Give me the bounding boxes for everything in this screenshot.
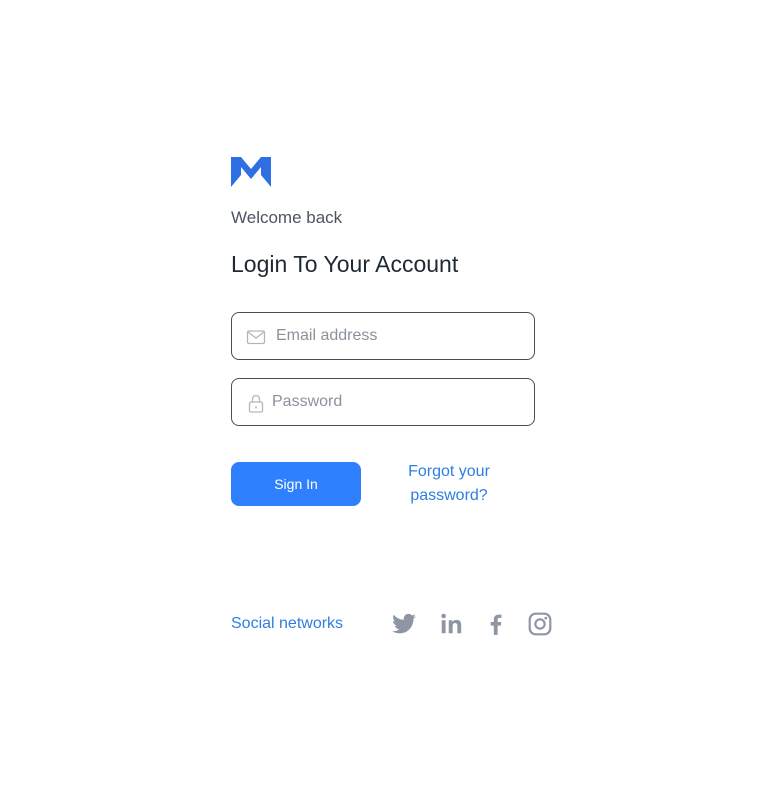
mail-icon <box>246 330 266 345</box>
forgot-password-line1: Forgot your <box>408 463 490 480</box>
social-networks-link[interactable]: Social networks <box>231 615 343 633</box>
twitter-icon[interactable] <box>391 611 417 637</box>
page-title: Login To Your Account <box>231 251 459 277</box>
password-input[interactable] <box>272 388 512 416</box>
forgot-password-line2: password? <box>410 487 488 504</box>
sign-in-button[interactable]: Sign In <box>231 462 361 506</box>
lock-icon <box>248 394 264 413</box>
brand-logo-icon <box>231 157 271 187</box>
email-field[interactable] <box>231 312 535 360</box>
social-networks-row: Social networks <box>231 609 561 639</box>
instagram-icon[interactable] <box>527 611 553 637</box>
facebook-icon[interactable] <box>483 611 509 637</box>
linkedin-icon[interactable] <box>439 611 465 637</box>
login-card: Welcome back Login To Your Account Sign … <box>231 157 571 636</box>
password-field[interactable] <box>231 378 535 426</box>
forgot-password-link[interactable]: Forgot your password? <box>397 460 501 508</box>
email-input[interactable] <box>276 322 516 350</box>
welcome-text: Welcome back <box>231 208 343 227</box>
